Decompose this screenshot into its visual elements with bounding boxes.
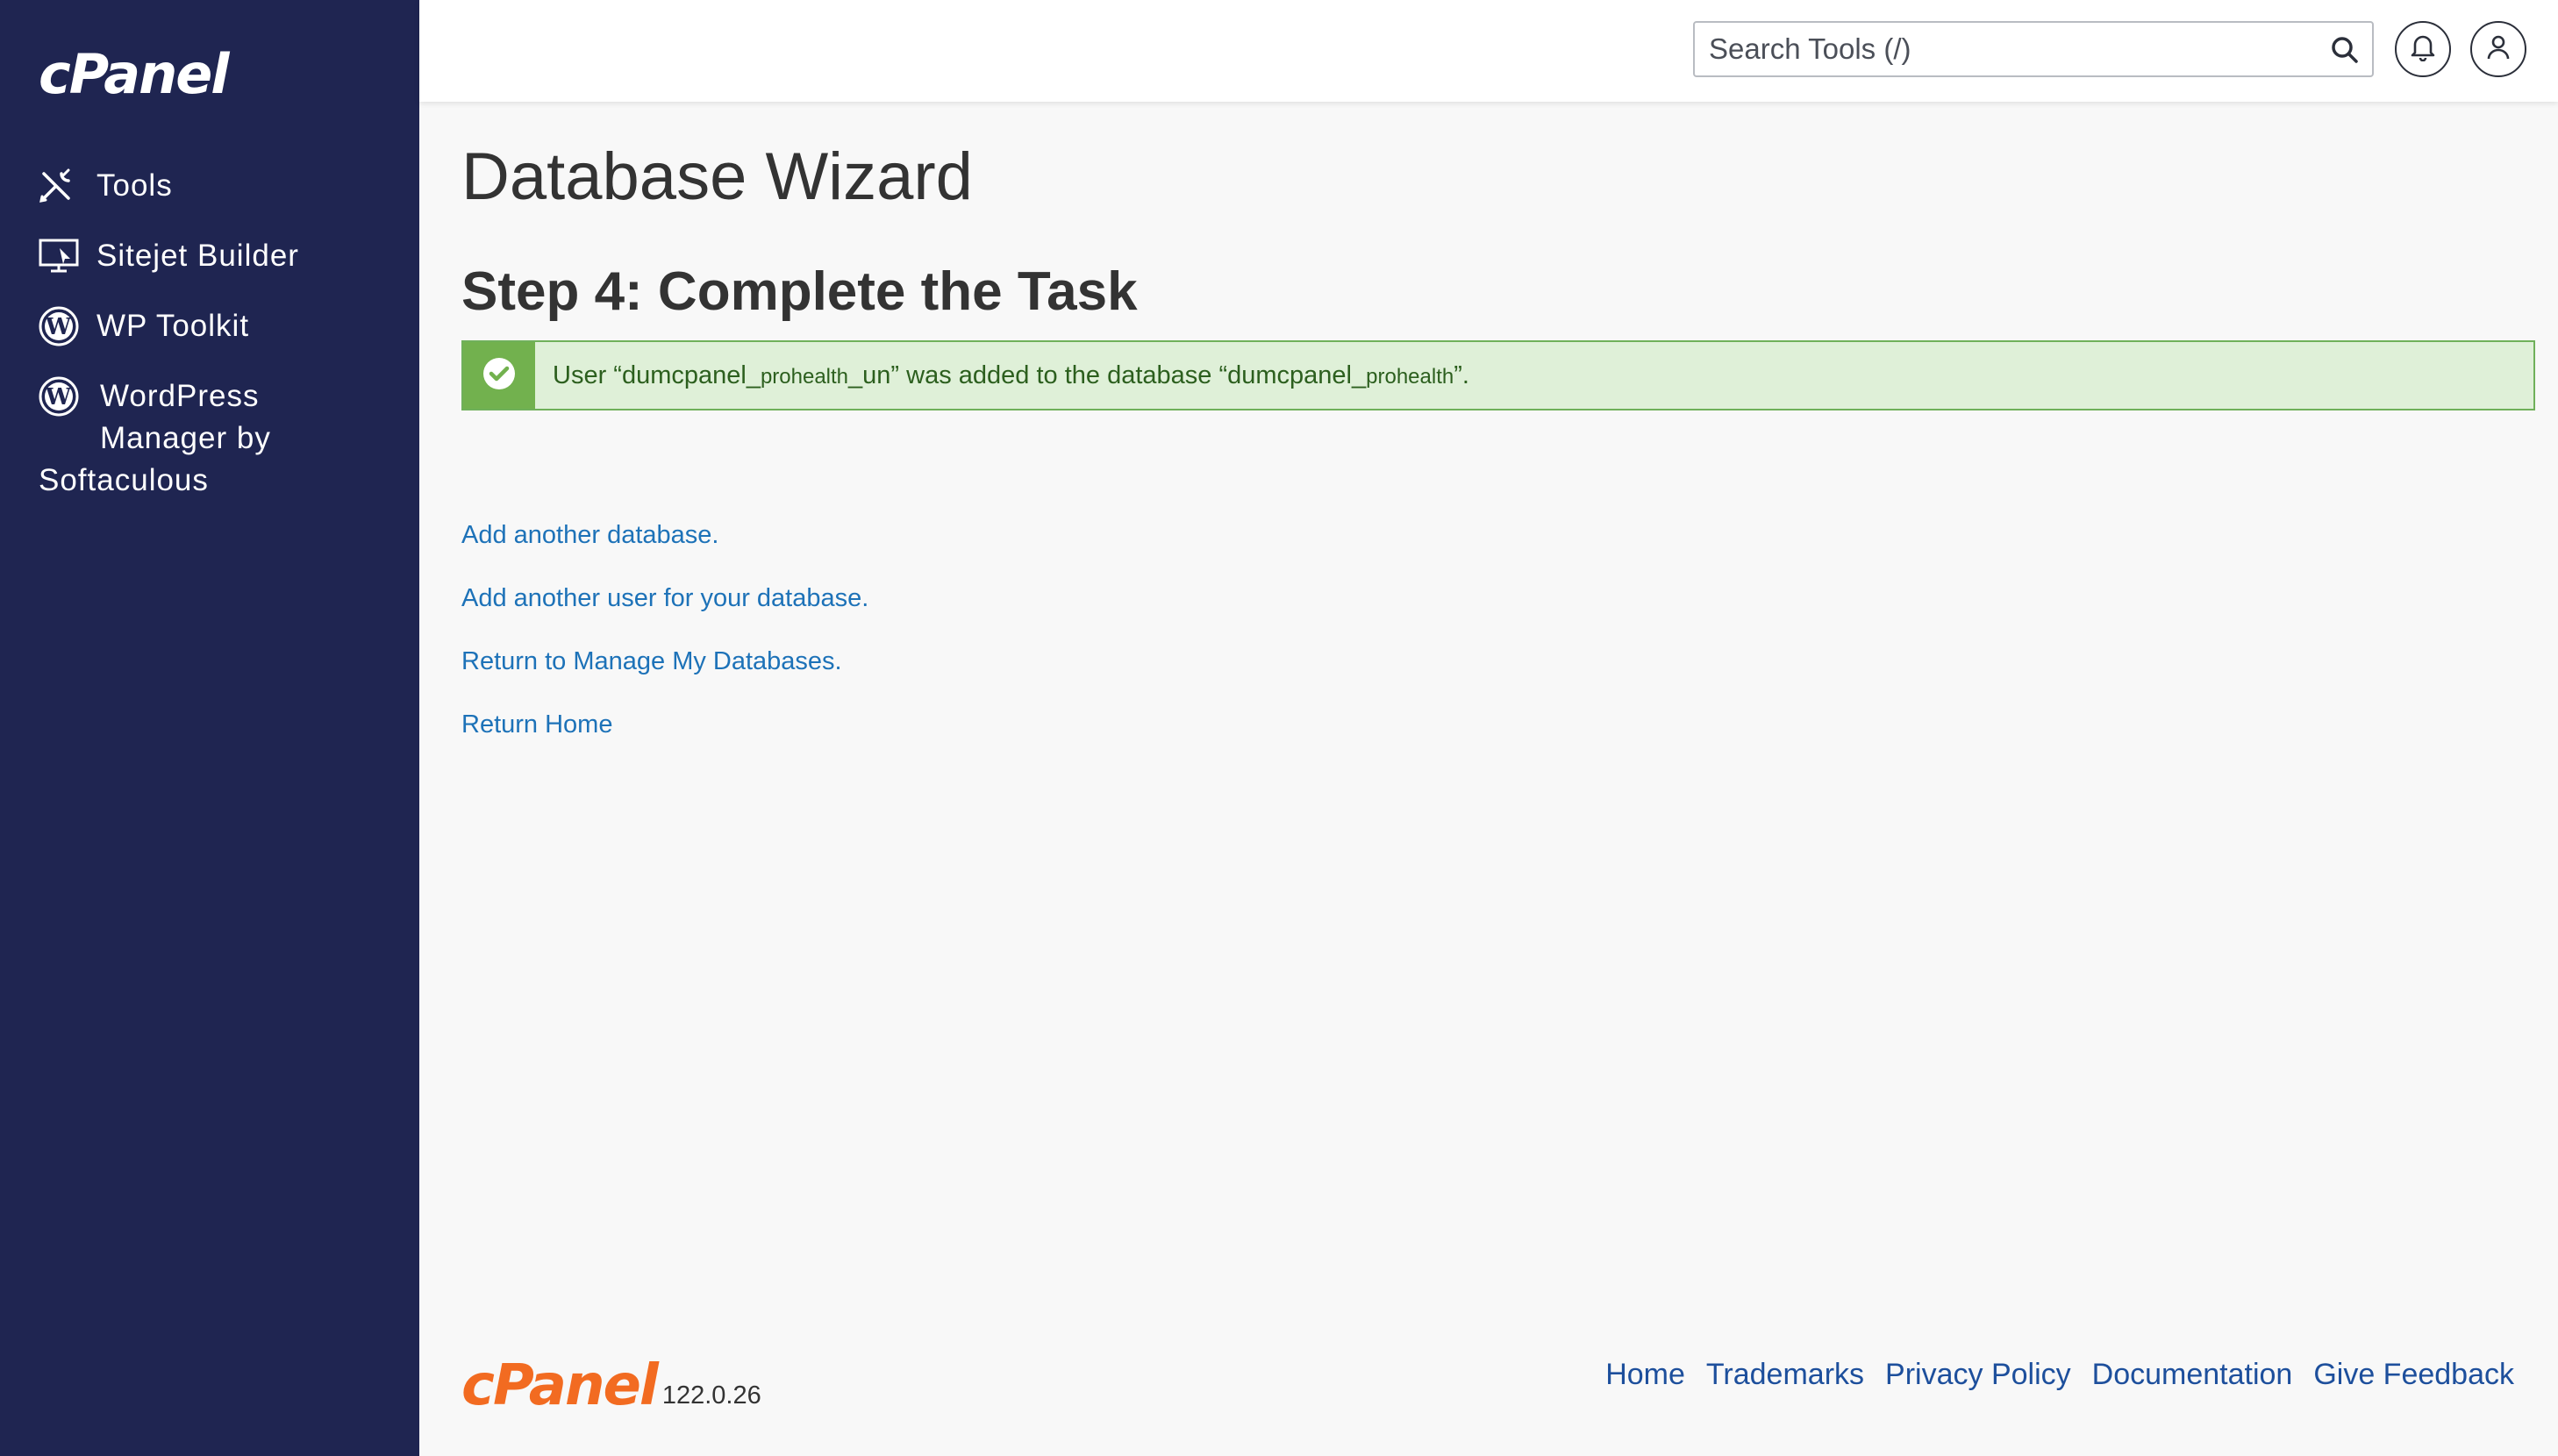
success-alert: User “dumcpanel_prohealth_un” was added … [461,340,2535,410]
tools-icon [39,165,82,207]
notifications-button[interactable] [2395,21,2451,77]
sidebar-item-label: WordPress Manager by [100,375,363,460]
search-icon[interactable] [2330,35,2360,65]
sidebar-item-label: Tools [96,168,173,203]
footer-link-trademarks[interactable]: Trademarks [1706,1358,1864,1392]
svg-text:W: W [45,314,72,340]
page-title: Database Wizard [461,139,973,214]
footer-link-documentation[interactable]: Documentation [2092,1358,2293,1392]
wordpress-icon: W [39,305,82,347]
version-number: 122.0.26 [661,1381,761,1410]
add-another-user-link[interactable]: Add another user for your database. [461,567,868,630]
sidebar-item-label: Sitejet Builder [96,239,299,273]
footer-link-home[interactable]: Home [1605,1358,1685,1392]
sidebar-item-wp-toolkit[interactable]: W WP Toolkit [39,305,249,347]
sidebar-item-label: WP Toolkit [96,309,250,343]
sitejet-icon [39,235,82,277]
footer-cpanel-logo: cPanel [461,1353,659,1418]
alert-text-part: User “dumcpanel_ [553,360,761,389]
label-line: Softaculous [39,463,209,497]
svg-text:W: W [45,384,72,410]
wordpress-icon: W [39,375,82,418]
sidebar-item-sitejet-builder[interactable]: Sitejet Builder [39,235,299,277]
check-circle-icon [482,356,517,396]
sidebar-item-wordpress-manager-cont[interactable]: Softaculous [39,460,209,502]
sidebar-item-wordpress-manager[interactable]: W WordPress Manager by [39,375,389,460]
user-menu-button[interactable] [2470,21,2526,77]
return-home-link[interactable]: Return Home [461,693,868,756]
top-header [419,0,2558,102]
search-box[interactable] [1693,21,2374,77]
alert-text-part: ”. [1454,360,1469,389]
step-title: Step 4: Complete the Task [461,261,1138,322]
label-line: WordPress [100,379,260,413]
alert-text-part: prohealth [760,364,849,389]
alert-message: User “dumcpanel_prohealth_un” was added … [535,361,1469,390]
sidebar-item-tools[interactable]: Tools [39,165,173,207]
alert-text-part: _un” was added to the database “dumcpane… [848,360,1367,389]
label-line: Manager by [100,421,271,455]
search-input[interactable] [1695,23,2309,75]
cpanel-logo[interactable]: cPanel [39,47,230,102]
footer-branding: cPanel 122.0.26 [461,1358,761,1414]
footer-links: Home Trademarks Privacy Policy Documenta… [1605,1358,2514,1392]
alert-icon-box [463,342,535,409]
bell-icon [2410,33,2436,66]
manage-databases-link[interactable]: Return to Manage My Databases. [461,630,868,693]
user-icon [2485,33,2512,66]
sidebar: cPanel Tools Sitejet Builder W WP Toolki… [0,0,419,1456]
footer-link-give-feedback[interactable]: Give Feedback [2313,1358,2514,1392]
footer-link-privacy-policy[interactable]: Privacy Policy [1885,1358,2071,1392]
next-steps-links: Add another database. Add another user f… [461,503,868,756]
add-another-database-link[interactable]: Add another database. [461,503,868,567]
alert-text-part: prohealth [1366,364,1454,389]
